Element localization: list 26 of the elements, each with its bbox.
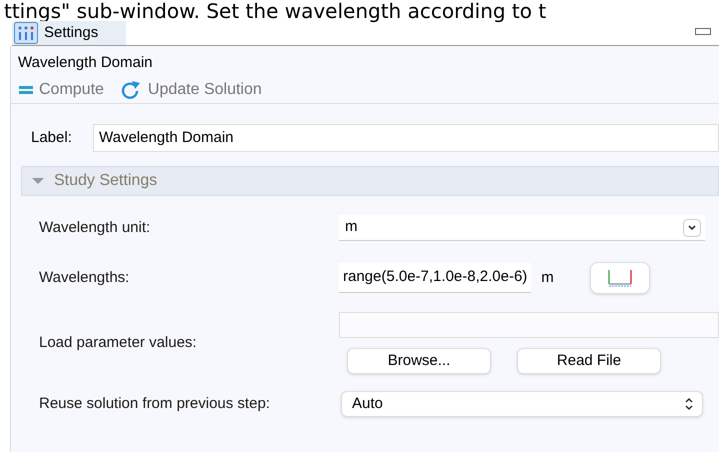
minimize-icon[interactable] <box>695 28 711 36</box>
wavelengths-field[interactable]: range(5.0e-7,1.0e-8,2.0e-6) <box>339 263 532 293</box>
equals-icon <box>19 84 33 94</box>
field-label: Wavelengths: <box>39 268 130 288</box>
reuse-dropdown[interactable]: Auto <box>341 391 703 417</box>
field-label: Reuse solution from previous step: <box>39 394 271 414</box>
toolbar-button[interactable]: Compute <box>19 78 104 102</box>
panel-title: Wavelength Domain <box>17 53 154 73</box>
unit-dropdown[interactable]: m <box>339 215 705 241</box>
range-button[interactable] <box>590 262 650 294</box>
caption-text: ttings" sub-window. Set the wavelength according to t <box>3 0 548 22</box>
file-button[interactable]: Browse... <box>347 348 491 374</box>
settings-panel-icon <box>14 22 38 44</box>
unit-label: m <box>541 268 554 288</box>
up-down-icon <box>684 397 694 411</box>
field-label: Load parameter values: <box>39 332 198 353</box>
chevron-down-icon <box>683 218 701 236</box>
field-label: Wavelength unit: <box>39 218 152 238</box>
file-path-field[interactable] <box>339 312 719 338</box>
range-icon <box>606 269 633 287</box>
refresh-icon <box>120 80 142 100</box>
settings-tab[interactable]: Settings <box>12 21 126 45</box>
toolbar-button[interactable]: Update Solution <box>120 78 262 102</box>
label-field[interactable]: Wavelength Domain <box>93 124 719 152</box>
file-button[interactable]: Read File <box>517 348 661 374</box>
label-caption: Label: <box>31 128 73 148</box>
